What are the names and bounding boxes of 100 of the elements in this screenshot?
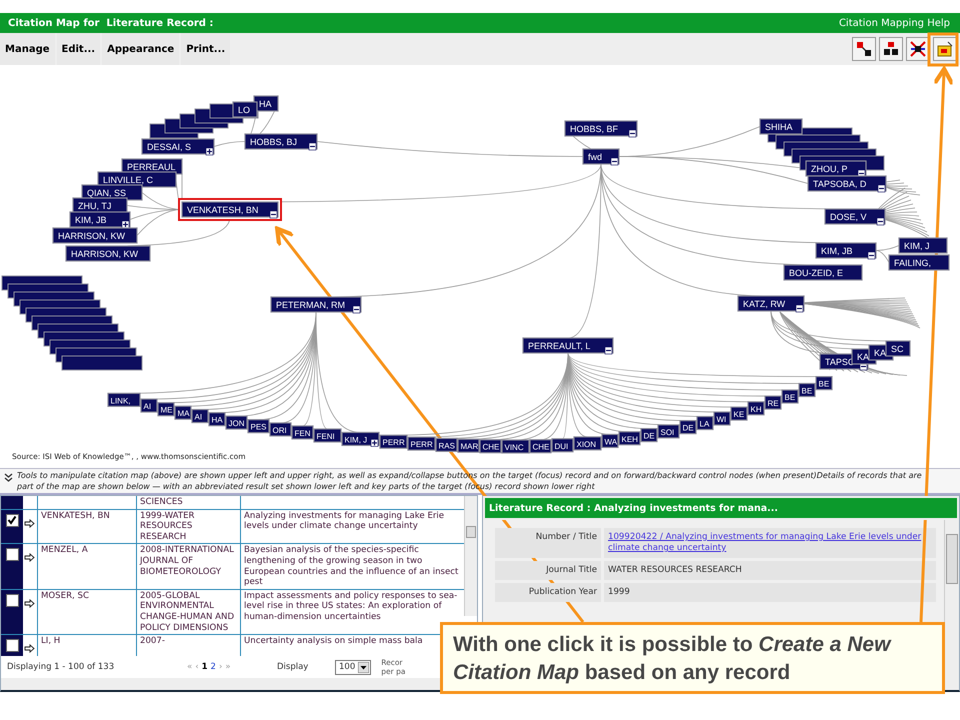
toolbar-button[interactable] [906,37,930,61]
author-node[interactable]: DUI [551,438,574,452]
author-node[interactable]: MAR [457,438,480,453]
author-node[interactable]: RE [764,396,782,410]
author-node[interactable]: ZHU, TJ [72,197,128,214]
row-checkbox[interactable] [6,594,18,607]
table-cell: 2008-INTERNATIONAL JOURNAL OF BIOMETEOROLOGY [140,545,234,577]
collapse-icon[interactable] [628,130,636,138]
author-node[interactable]: PES [247,419,270,434]
author-node[interactable]: WI [713,411,731,426]
author-node[interactable]: ZHOU, P [805,160,867,177]
cross-links-icon [910,41,926,57]
page-link[interactable]: 2 [210,662,216,672]
expand-icon[interactable] [370,439,378,447]
author-node[interactable]: ORI [269,422,292,437]
author-node[interactable]: DE [679,420,697,434]
menu-item[interactable]: Manage [0,33,55,65]
author-node[interactable]: RAS [435,438,458,452]
arrow-right-icon[interactable] [24,644,35,654]
author-node[interactable]: HOBBS, BJ [244,133,318,150]
table-cell: 2005-GLOBAL ENVIRONMENTAL CHANGE-HUMAN AND POLICY DIMENSIONS [140,590,234,633]
author-node[interactable]: fwd [582,148,620,165]
author-node[interactable]: LA [696,416,714,430]
author-node[interactable]: AI [191,408,209,424]
collapse-icon[interactable] [878,184,886,192]
arrow-right-icon[interactable] [24,518,35,528]
page-link[interactable]: 1 [202,662,208,672]
collapse-icon[interactable] [270,210,278,218]
author-node[interactable]: KEH [618,431,641,446]
author-node[interactable]: FENI [313,428,342,443]
per-page-select[interactable]: 100 [335,660,372,674]
author-node[interactable]: ME [157,402,175,416]
author-node[interactable]: KH [747,401,765,416]
help-link[interactable]: Citation Mapping Help [838,18,950,28]
author-node[interactable]: QIAN, SS [81,184,143,201]
author-node[interactable]: HARRISON, KW [52,227,138,244]
author-node[interactable]: PETERMAN, RM [270,296,362,313]
author-node[interactable]: TAPSOBA, D [807,175,887,192]
author-node[interactable]: KE [730,406,748,421]
collapse-icon[interactable] [352,306,360,314]
author-node[interactable]: KIM, JB [815,242,877,259]
field-value: WATER RESOURCES RESEARCH [604,561,936,580]
author-node[interactable]: VINC [501,439,530,454]
author-node[interactable]: SOI [657,424,680,438]
author-node[interactable]: BE [781,389,799,404]
author-node[interactable]: CHE [529,439,552,454]
author-node[interactable]: HOBBS, BF [564,120,638,137]
author-node[interactable]: KIM, JB [69,211,131,228]
author-node[interactable]: CHE [479,439,502,454]
author-node[interactable]: VENKATESH, BN [178,198,282,221]
author-node[interactable]: PERREAULT, L [522,337,614,354]
author-node[interactable]: BOU-ZEID, E [783,264,863,281]
author-node[interactable]: LINK, [107,392,141,407]
arrow-right-icon[interactable] [24,553,35,562]
chevron-down-icon[interactable] [4,473,13,483]
menu-item[interactable]: Print... [181,33,230,65]
author-node[interactable]: PERR [379,434,408,449]
author-node[interactable]: BE [815,376,833,390]
row-checkbox[interactable] [6,548,18,562]
author-node[interactable]: KATZ, RW [737,295,805,312]
author-node[interactable]: DOSE, V [824,208,886,225]
author-node[interactable]: HA [208,412,226,426]
collapse-icon[interactable] [796,304,804,312]
author-node[interactable]: MA [174,406,192,420]
author-node[interactable]: HARRISON, KW [65,245,151,262]
collapse-icon[interactable] [868,252,876,260]
author-node[interactable]: FAILING, [888,254,950,271]
menu-item[interactable]: Appearance [102,33,180,65]
author-node[interactable]: PERR [407,436,436,451]
expand-icon[interactable] [206,148,214,156]
author-node[interactable]: KIM, J [341,432,380,446]
author-node[interactable]: BE [798,382,816,398]
table-cell: SCIENCES [140,497,183,507]
author-node[interactable]: DE [640,428,658,442]
field-value: 1999 [604,583,936,602]
author-node[interactable]: FEN [291,425,314,440]
author-node[interactable]: LO [232,101,258,118]
author-node[interactable]: WA [601,434,619,448]
author-node[interactable]: SHIHA [759,118,803,135]
expand-icon[interactable] [122,220,130,228]
toolbar-button[interactable] [852,37,876,61]
collapse-icon[interactable] [604,346,612,354]
author-node[interactable]: DESSAI, S [141,138,215,155]
row-checkbox[interactable] [6,514,18,527]
scrollbar[interactable] [464,496,477,616]
dropdown-arrow-icon [358,662,370,672]
author-node[interactable]: HA [253,95,279,112]
collapse-icon[interactable] [308,142,316,150]
author-node[interactable]: SC [885,340,911,357]
author-node[interactable]: XION [573,436,602,450]
author-node[interactable]: JON [225,416,248,430]
author-node[interactable]: AI [140,398,158,413]
collapse-icon[interactable] [876,218,884,226]
toolbar-button[interactable] [879,37,903,61]
author-node[interactable]: KIM, J [898,237,948,254]
menu-item[interactable]: Edit... [56,33,100,65]
arrow-right-icon[interactable] [24,598,35,608]
collapse-icon[interactable] [610,158,618,166]
row-checkbox[interactable] [6,639,18,652]
author-node[interactable]: LINVILLE, C [97,171,177,188]
